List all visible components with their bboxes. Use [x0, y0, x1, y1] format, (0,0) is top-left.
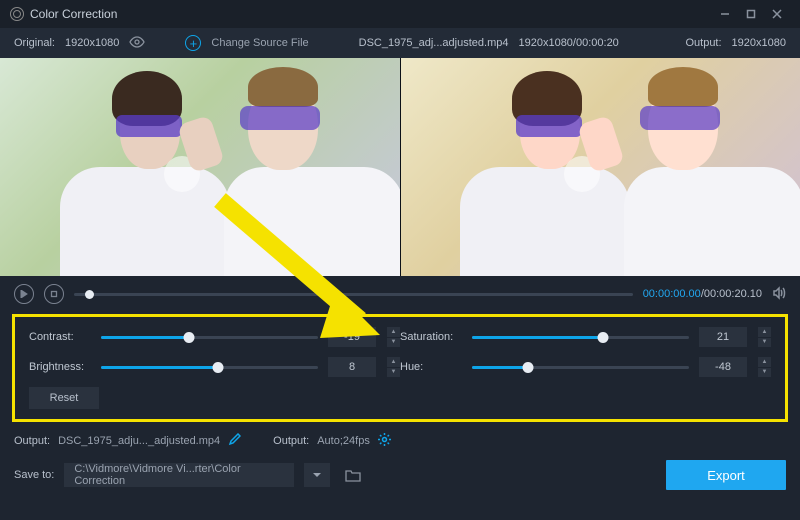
output-label: Output: — [685, 37, 721, 49]
settings-gear-icon[interactable] — [378, 433, 391, 449]
brightness-stepper[interactable]: ▲▼ — [386, 357, 400, 377]
eye-icon[interactable] — [129, 36, 145, 51]
save-row: Save to: C:\Vidmore\Vidmore Vi...rter\Co… — [0, 454, 800, 496]
edit-name-icon[interactable] — [228, 433, 241, 449]
saturation-stepper[interactable]: ▲▼ — [757, 327, 771, 347]
contrast-label: Contrast: — [29, 331, 91, 343]
output-file-label: Output: — [14, 435, 50, 447]
output-format-label: Output: — [273, 435, 309, 447]
playback-bar: 00:00:00.00/00:00:20.10 — [0, 276, 800, 312]
play-button[interactable] — [14, 284, 34, 304]
color-controls-panel: Contrast: -19 ▲▼ Saturation: 21 ▲▼ Brigh… — [12, 314, 788, 422]
path-dropdown[interactable] — [304, 463, 330, 487]
saturation-label: Saturation: — [400, 331, 462, 343]
output-filename: DSC_1975_adju..._adjusted.mp4 — [58, 435, 220, 447]
original-label: Original: — [14, 37, 55, 49]
contrast-slider[interactable] — [101, 336, 318, 339]
saturation-slider[interactable] — [472, 336, 689, 339]
source-filename: DSC_1975_adj...adjusted.mp4 — [359, 37, 509, 49]
preview-adjusted — [400, 58, 800, 276]
add-icon[interactable]: + — [185, 35, 201, 51]
timeline-slider[interactable] — [74, 293, 633, 296]
contrast-stepper[interactable]: ▲▼ — [386, 327, 400, 347]
contrast-value[interactable]: -19 — [328, 327, 376, 347]
browse-folder-icon[interactable] — [340, 463, 366, 487]
info-bar: Original: 1920x1080 + Change Source File… — [0, 28, 800, 58]
time-display: 00:00:00.00/00:00:20.10 — [643, 288, 762, 300]
hue-label: Hue: — [400, 361, 462, 373]
output-format-value: Auto;24fps — [317, 435, 370, 447]
saturation-value[interactable]: 21 — [699, 327, 747, 347]
hue-value[interactable]: -48 — [699, 357, 747, 377]
preview-original — [0, 58, 400, 276]
export-button[interactable]: Export — [666, 460, 786, 490]
output-info-row: Output: DSC_1975_adju..._adjusted.mp4 Ou… — [0, 428, 800, 454]
preview-area — [0, 58, 800, 276]
hue-slider[interactable] — [472, 366, 689, 369]
window-title: Color Correction — [30, 7, 712, 21]
brightness-label: Brightness: — [29, 361, 91, 373]
original-dims: 1920x1080 — [65, 37, 119, 49]
minimize-button[interactable] — [712, 4, 738, 24]
close-button[interactable] — [764, 4, 790, 24]
save-path-field[interactable]: C:\Vidmore\Vidmore Vi...rter\Color Corre… — [64, 463, 294, 487]
source-info: 1920x1080/00:00:20 — [518, 37, 618, 49]
stop-button[interactable] — [44, 284, 64, 304]
app-logo-icon — [10, 7, 24, 21]
titlebar: Color Correction — [0, 0, 800, 28]
volume-icon[interactable] — [772, 286, 786, 303]
reset-button[interactable]: Reset — [29, 387, 99, 409]
maximize-button[interactable] — [738, 4, 764, 24]
change-source-link[interactable]: Change Source File — [211, 37, 308, 49]
brightness-slider[interactable] — [101, 366, 318, 369]
hue-stepper[interactable]: ▲▼ — [757, 357, 771, 377]
output-dims: 1920x1080 — [732, 37, 786, 49]
save-to-label: Save to: — [14, 469, 54, 481]
brightness-value[interactable]: 8 — [328, 357, 376, 377]
